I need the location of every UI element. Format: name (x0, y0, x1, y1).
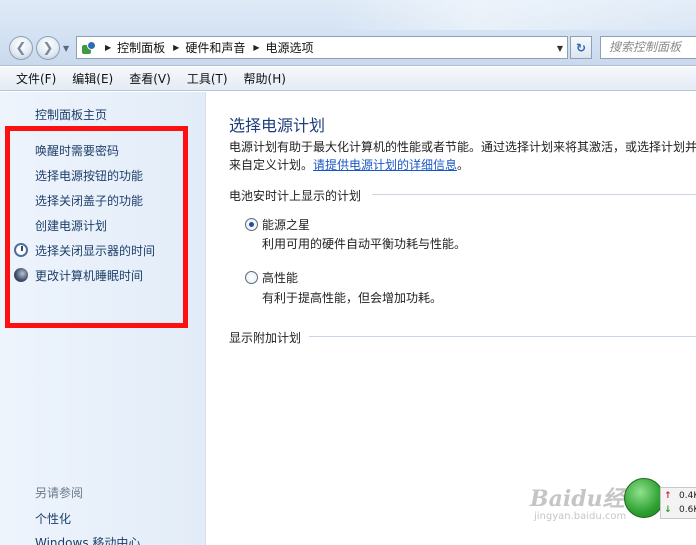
plan-description: 电源计划有助于最大化计算机的性能或者节能。通过选择计划来将其激活，或选择计划并 … (229, 138, 696, 174)
group-divider (372, 194, 696, 195)
forward-button[interactable]: ❯ (36, 36, 60, 60)
breadcrumb-arrow-icon[interactable]: ▶ (253, 43, 259, 52)
description-line-2: 来自定义计划。请提供电源计划的详细信息。 (229, 156, 696, 174)
battery-meter-plans-heading: 电池安时计上显示的计划 (229, 189, 362, 203)
network-speed-bubble-icon[interactable] (624, 478, 664, 518)
show-additional-plans-expander[interactable]: 显示附加计划 (229, 329, 301, 346)
forward-arrow-icon: ❯ (42, 40, 54, 56)
red-highlight-box (5, 126, 188, 328)
address-bar[interactable]: ▶ 控制面板 ▶ 硬件和声音 ▶ 电源选项 ▼ (76, 36, 568, 59)
description-line-2-text: 来自定义计划。 (229, 158, 314, 172)
menu-help[interactable]: 帮助(H) (236, 70, 294, 87)
plan-energy-star-radio[interactable] (245, 218, 258, 231)
see-also-mobility-center-link[interactable]: Windows 移动中心 (35, 534, 140, 545)
breadcrumb-hardware-sound[interactable]: 硬件和声音 (185, 39, 245, 56)
breadcrumb-control-panel[interactable]: 控制面板 (117, 39, 165, 56)
description-line-1: 电源计划有助于最大化计算机的性能或者节能。通过选择计划来将其激活，或选择计划并 (229, 140, 696, 154)
plan-energy-star-description: 利用可用的硬件自动平衡功耗与性能。 (262, 237, 467, 251)
control-panel-icon (81, 40, 97, 56)
back-button[interactable]: ❮ (9, 36, 33, 60)
network-speed-widget: ↑ 0.4K ↓ 0.6K (660, 487, 696, 519)
see-also-personalization-link[interactable]: 个性化 (35, 510, 71, 527)
refresh-icon: ↻ (575, 40, 587, 55)
download-speed: 0.6K (679, 505, 696, 515)
plan-energy-star-name[interactable]: 能源之星 (262, 216, 310, 233)
see-also-heading: 另请参阅 (35, 486, 84, 500)
navigation-bar: ❮ ❯ ▼ ▶ 控制面板 ▶ 硬件和声音 ▶ 电源选项 ▼ ↻ 搜索控制面板 (0, 0, 696, 66)
back-arrow-icon: ❮ (15, 40, 27, 56)
main-content: 选择电源计划 电源计划有助于最大化计算机的性能或者节能。通过选择计划来将其激活，… (207, 92, 696, 545)
download-arrow-icon: ↓ (664, 505, 672, 515)
menu-file[interactable]: 文件(F) (8, 70, 64, 87)
breadcrumb-arrow-icon[interactable]: ▶ (173, 43, 179, 52)
address-dropdown-icon[interactable]: ▼ (557, 44, 563, 53)
glass-reflection (330, 0, 696, 30)
plan-details-link[interactable]: 请提供电源计划的详细信息 (313, 158, 457, 172)
plan-high-performance-description: 有利于提高性能，但会增加功耗。 (262, 291, 443, 305)
breadcrumb-power-options[interactable]: 电源选项 (266, 39, 314, 56)
control-panel-home-link[interactable]: 控制面板主页 (35, 106, 107, 123)
search-input[interactable]: 搜索控制面板 (600, 36, 696, 59)
task-pane: 控制面板主页 唤醒时需要密码 选择电源按钮的功能 选择关闭盖子的功能 创建电源计… (0, 92, 206, 545)
menu-bar: 文件(F) 编辑(E) 查看(V) 工具(T) 帮助(H) (0, 67, 696, 91)
upload-speed: 0.4K (679, 491, 696, 501)
description-end: 。 (457, 158, 470, 172)
plan-high-performance-name[interactable]: 高性能 (262, 269, 298, 286)
breadcrumb-arrow-icon[interactable]: ▶ (105, 43, 111, 52)
additional-plans-divider (309, 336, 696, 337)
history-dropdown-icon[interactable]: ▼ (63, 44, 69, 53)
upload-arrow-icon: ↑ (664, 491, 672, 501)
menu-view[interactable]: 查看(V) (121, 70, 179, 87)
refresh-button[interactable]: ↻ (570, 36, 592, 59)
menu-tools[interactable]: 工具(T) (179, 70, 236, 87)
menu-edit[interactable]: 编辑(E) (64, 70, 121, 87)
page-title: 选择电源计划 (229, 116, 326, 135)
plan-high-performance-radio[interactable] (245, 271, 258, 284)
